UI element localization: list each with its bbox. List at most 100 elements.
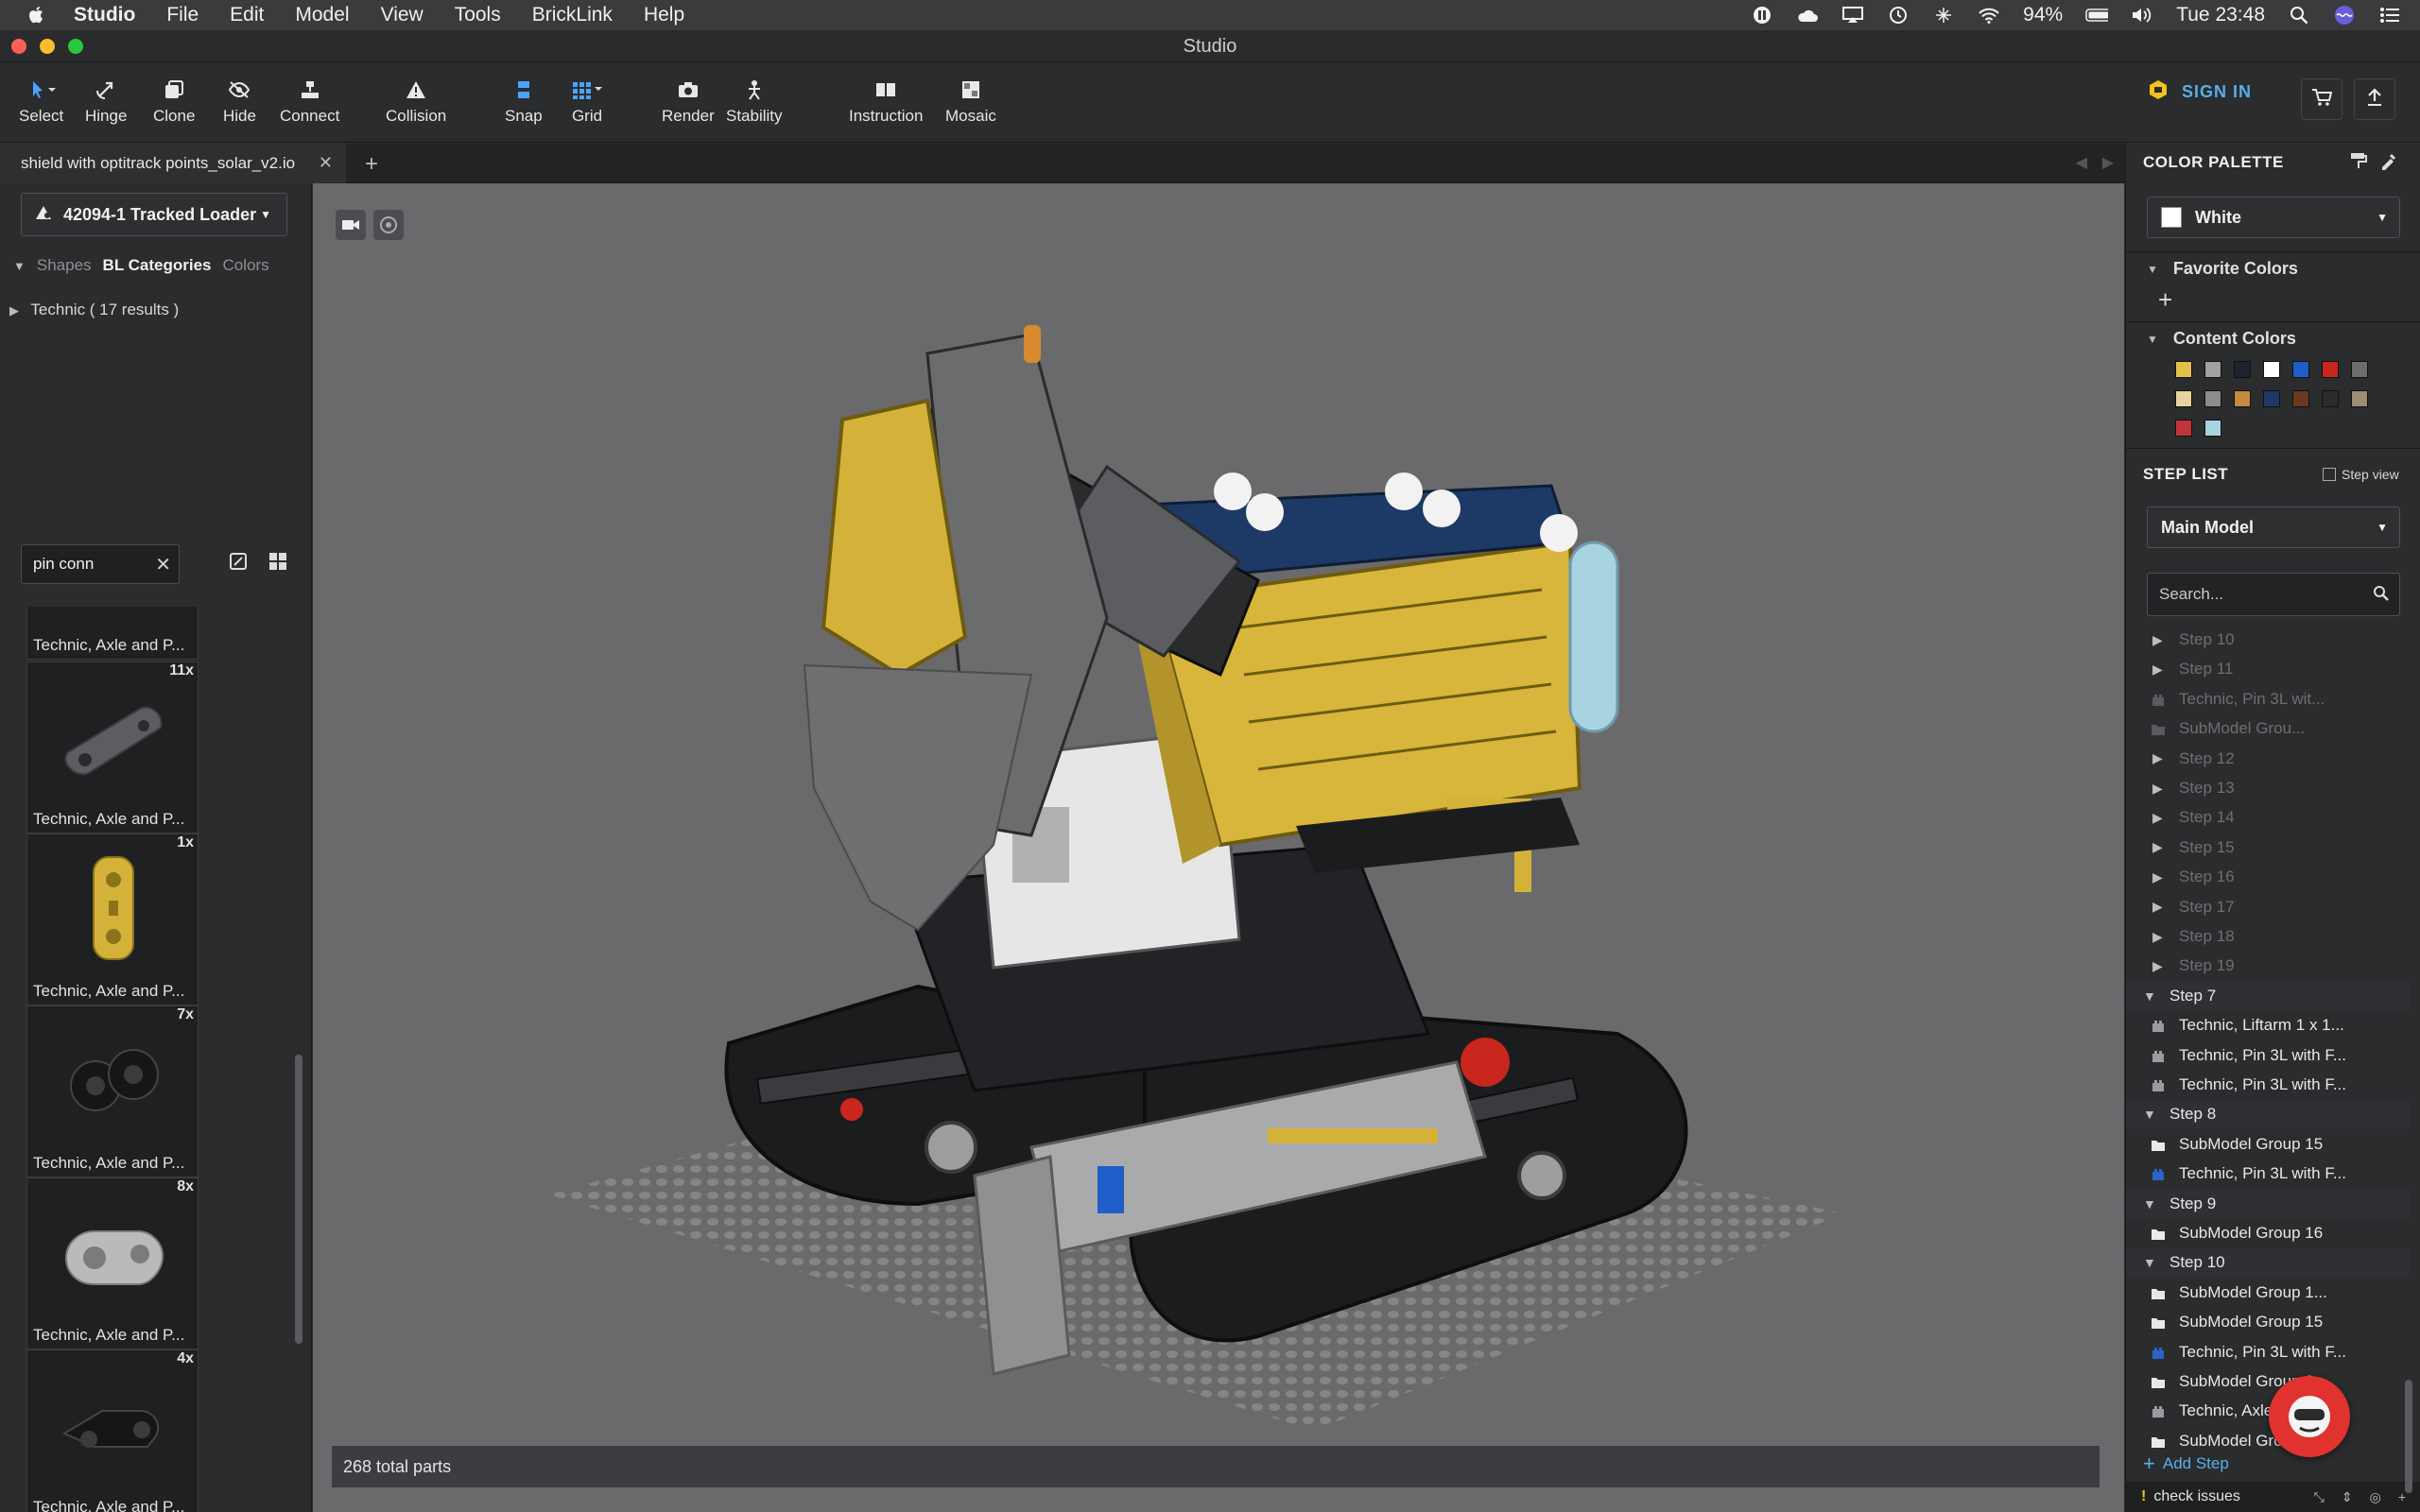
set-selector[interactable]: 42094-1 Tracked Loader ▼: [21, 193, 287, 236]
step-item-row[interactable]: Technic, Pin 3L with F...: [2126, 1160, 2410, 1188]
tab-document[interactable]: shield with optitrack points_solar_v2.io…: [0, 144, 346, 183]
step-row[interactable]: ▶ Step 11: [2126, 655, 2410, 683]
color-swatch[interactable]: [2234, 390, 2251, 407]
color-swatch[interactable]: [2175, 390, 2192, 407]
menu-view[interactable]: View: [381, 4, 424, 26]
status-app-icon[interactable]: [1751, 5, 1773, 26]
tab-shapes[interactable]: Shapes: [37, 256, 92, 275]
step-item-row[interactable]: Technic, Pin 3L with F...: [2126, 1071, 2410, 1099]
add-step-button[interactable]: + Add Step: [2143, 1452, 2229, 1476]
step-item-row[interactable]: SubModel Group 8: [2126, 1367, 2410, 1396]
step-item-row[interactable]: Technic, Liftarm 1 x 1...: [2126, 1011, 2410, 1040]
step-item-row[interactable]: Technic, Pin 3L with F...: [2126, 1041, 2410, 1070]
menu-file[interactable]: File: [166, 4, 199, 26]
part-list-scrollbar[interactable]: [295, 1055, 302, 1344]
color-swatch[interactable]: [2175, 361, 2192, 378]
clear-search-icon[interactable]: ✕: [155, 553, 171, 576]
collapse-chevron-icon[interactable]: ▼: [13, 259, 26, 273]
menu-edit[interactable]: Edit: [230, 4, 264, 26]
menu-app-name[interactable]: Studio: [74, 4, 135, 26]
step-row[interactable]: ▼ Step 7: [2126, 981, 2410, 1010]
tab-scroll-right-icon[interactable]: ▶: [2102, 153, 2114, 172]
color-swatch[interactable]: [2322, 390, 2339, 407]
tool-mosaic[interactable]: Mosaic: [945, 77, 996, 126]
color-swatch[interactable]: [2234, 361, 2251, 378]
battery-icon[interactable]: [2085, 5, 2109, 26]
step-row[interactable]: ▼ Step 10: [2126, 1248, 2410, 1278]
step-row[interactable]: ▶ Step 19: [2126, 952, 2410, 980]
part-card[interactable]: Technic, Axle and P...: [26, 607, 199, 660]
help-chat-button[interactable]: [2269, 1376, 2350, 1457]
window-minimize-button[interactable]: [40, 39, 55, 54]
menu-bricklink[interactable]: BrickLink: [532, 4, 613, 26]
wifi-icon[interactable]: [1978, 5, 2000, 26]
color-swatch[interactable]: [2204, 420, 2221, 437]
step-row[interactable]: ▼ Step 8: [2126, 1100, 2410, 1129]
volume-icon[interactable]: [2131, 5, 2153, 26]
hide-steps-icon[interactable]: ◎: [2370, 1489, 2381, 1505]
tool-select[interactable]: Select: [19, 77, 63, 126]
color-swatch[interactable]: [2351, 390, 2368, 407]
sign-in-button[interactable]: SIGN IN: [2148, 79, 2252, 105]
window-close-button[interactable]: [11, 39, 26, 54]
tool-grid[interactable]: Grid: [571, 77, 603, 126]
tab-scroll-left-icon[interactable]: ◀: [2076, 153, 2087, 172]
collapse-all-icon[interactable]: ⤡: [2314, 1489, 2325, 1505]
tab-bl-categories[interactable]: BL Categories: [103, 256, 212, 275]
step-item-row[interactable]: Technic, Pin 3L wit...: [2126, 685, 2410, 713]
step-row[interactable]: ▼ Step 9: [2126, 1189, 2410, 1218]
step-row[interactable]: ▶ Step 16: [2126, 863, 2410, 891]
tool-hide[interactable]: Hide: [223, 77, 256, 126]
color-swatch[interactable]: [2292, 390, 2309, 407]
add-favorite-color-icon[interactable]: +: [2158, 285, 2172, 315]
color-selector[interactable]: White ▼: [2147, 197, 2400, 238]
add-tab-icon[interactable]: +: [365, 151, 378, 178]
step-search-input[interactable]: Search...: [2147, 573, 2400, 616]
step-row[interactable]: ▶ Step 14: [2126, 803, 2410, 832]
check-issues-bar[interactable]: ! check issues ⤡ ⇕ ◎ +: [2126, 1482, 2420, 1512]
tool-clone[interactable]: Clone: [153, 77, 195, 126]
step-item-row[interactable]: Technic, Axle 4: [2126, 1397, 2410, 1425]
part-search-input[interactable]: pin conn ✕: [21, 544, 180, 584]
part-card[interactable]: 4x Technic, Axle and P...: [26, 1349, 199, 1512]
part-card[interactable]: 8x Technic, Axle and P...: [26, 1177, 199, 1349]
model-render[interactable]: [313, 183, 2124, 1512]
cloud-icon[interactable]: [1796, 5, 1819, 26]
color-swatch[interactable]: [2263, 361, 2280, 378]
color-swatch[interactable]: [2351, 361, 2368, 378]
tab-colors[interactable]: Colors: [223, 256, 269, 275]
tool-instruction[interactable]: Instruction: [849, 77, 923, 126]
clock[interactable]: Tue 23:48: [2176, 4, 2265, 26]
edit-list-icon[interactable]: [229, 552, 248, 576]
notification-center-icon[interactable]: [2378, 5, 2401, 26]
part-card[interactable]: 1x Technic, Axle and P...: [26, 833, 199, 1005]
step-item-row[interactable]: SubModel Grou...: [2126, 714, 2410, 743]
spotlight-search-icon[interactable]: [2288, 5, 2310, 26]
color-swatch[interactable]: [2204, 361, 2221, 378]
paint-roller-icon[interactable]: [2349, 151, 2368, 175]
cart-button[interactable]: [2301, 78, 2342, 120]
step-row[interactable]: ▶ Step 18: [2126, 922, 2410, 951]
step-item-row[interactable]: SubModel Group 1...: [2126, 1279, 2410, 1307]
upload-button[interactable]: [2354, 78, 2395, 120]
color-swatch[interactable]: [2175, 420, 2192, 437]
part-card[interactable]: 11x Technic, Axle and P...: [26, 662, 199, 833]
menu-tools[interactable]: Tools: [455, 4, 501, 26]
part-card[interactable]: 7x Technic, Axle and P...: [26, 1005, 199, 1177]
tool-stability[interactable]: Stability: [726, 77, 783, 126]
color-swatch[interactable]: [2263, 390, 2280, 407]
step-view-checkbox[interactable]: Step view: [2323, 467, 2399, 482]
apple-icon[interactable]: [25, 3, 49, 27]
favorite-colors-section[interactable]: ▼ Favorite Colors: [2147, 259, 2298, 279]
step-list-scrollbar[interactable]: [2405, 1380, 2412, 1493]
content-colors-section[interactable]: ▼ Content Colors: [2147, 329, 2296, 349]
step-item-row[interactable]: SubModel Group 16: [2126, 1219, 2410, 1247]
model-selector[interactable]: Main Model ▼: [2147, 507, 2400, 548]
color-swatch[interactable]: [2322, 361, 2339, 378]
step-row[interactable]: ▶ Step 13: [2126, 774, 2410, 802]
color-swatch[interactable]: [2292, 361, 2309, 378]
step-row[interactable]: ▶ Step 10: [2126, 626, 2410, 654]
airplay-icon[interactable]: [1841, 5, 1864, 26]
step-item-row[interactable]: SubModel Group 15: [2126, 1308, 2410, 1336]
grid-view-icon[interactable]: [268, 552, 287, 576]
